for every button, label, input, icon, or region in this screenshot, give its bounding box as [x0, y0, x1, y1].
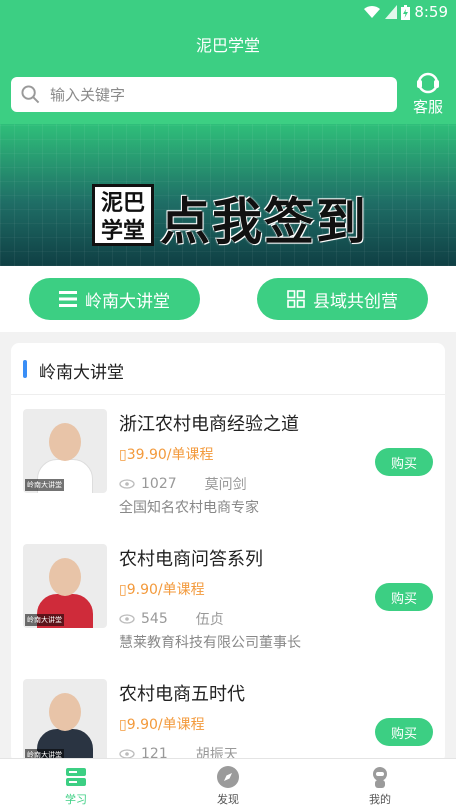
thumb-figure-face [49, 693, 81, 731]
study-icon [66, 768, 86, 786]
course-title: 浙江农村电商经验之道 [119, 414, 299, 435]
buy-button[interactable]: 购买 [375, 718, 433, 746]
thumb-figure-face [49, 423, 81, 461]
course-section: 岭南大讲堂 岭南大讲堂 浙江农村电商经验之道 ▯39.90/单课程 1027 莫… [11, 343, 445, 763]
tab-label: 学习 [65, 793, 87, 806]
price-symbol: ▯ [119, 447, 127, 463]
section-title: 岭南大讲堂 [39, 363, 124, 383]
course-thumbnail: 岭南大讲堂 [23, 409, 107, 493]
thumb-tag: 岭南大讲堂 [25, 614, 64, 626]
teacher-name: 伍贞 [195, 612, 224, 628]
quick-nav-label: 县域共创营 [313, 291, 398, 312]
course-item[interactable]: 岭南大讲堂 农村电商五时代 ▯9.90/单课程 121 胡振天 购买 [11, 666, 445, 763]
status-icons: 8:59 [363, 3, 448, 21]
list-icon [59, 291, 77, 307]
price-value: 39.90/单课程 [126, 447, 214, 463]
customer-service-button[interactable]: 客服 [405, 72, 451, 118]
banner-text: 点我签到 [160, 193, 368, 251]
tab-label: 发现 [217, 793, 239, 806]
eye-icon [119, 614, 135, 624]
search-icon [21, 85, 40, 104]
course-price: ▯39.90/单课程 [119, 444, 214, 464]
thumb-tag: 岭南大讲堂 [25, 479, 64, 491]
quick-nav: 岭南大讲堂 县域共创营 [0, 266, 456, 332]
search-input[interactable] [50, 85, 370, 104]
customer-service-label: 客服 [412, 98, 443, 116]
tab-label: 我的 [369, 793, 391, 806]
course-price: ▯9.90/单课程 [119, 714, 205, 734]
price-symbol: ▯ [119, 717, 127, 733]
app-header: 8:59 泥巴学堂 客服 [0, 0, 456, 124]
quick-nav-label: 岭南大讲堂 [85, 291, 170, 312]
wifi-icon [364, 5, 381, 18]
grid-icon [287, 290, 305, 308]
course-description: 慧莱教育科技有限公司董事长 [119, 635, 301, 651]
tab-me[interactable]: 我的 [304, 759, 456, 811]
headset-icon [417, 72, 439, 94]
search-bar[interactable] [11, 77, 397, 112]
course-title: 农村电商五时代 [119, 684, 245, 705]
page-title: 泥巴学堂 [195, 36, 260, 55]
battery-icon [401, 4, 411, 20]
course-item[interactable]: 岭南大讲堂 农村电商问答系列 ▯9.90/单课程 545 伍贞 慧莱教育科技有限… [11, 531, 445, 661]
thumb-figure-face [49, 558, 81, 596]
price-value: 9.90/单课程 [126, 582, 205, 598]
course-title: 农村电商问答系列 [119, 549, 263, 570]
tab-study[interactable]: 学习 [0, 759, 152, 811]
tab-discover[interactable]: 发现 [152, 759, 304, 811]
status-time: 8:59 [414, 3, 448, 21]
checkin-banner[interactable]: 泥巴学堂 点我签到 [0, 124, 456, 266]
buy-button[interactable]: 购买 [375, 448, 433, 476]
course-item[interactable]: 岭南大讲堂 浙江农村电商经验之道 ▯39.90/单课程 1027 莫问剑 全国知… [11, 396, 445, 526]
signal-icon [385, 5, 398, 19]
course-thumbnail: 岭南大讲堂 [23, 544, 107, 628]
buy-button[interactable]: 购买 [375, 583, 433, 611]
quick-nav-county[interactable]: 县域共创营 [257, 278, 428, 320]
quick-nav-lingnan[interactable]: 岭南大讲堂 [29, 278, 200, 320]
status-bar: 8:59 [0, 0, 456, 26]
eye-icon [119, 479, 135, 489]
teacher-name: 莫问剑 [204, 477, 247, 493]
bottom-tab-bar: 学习 发现 我的 [0, 758, 456, 811]
compass-icon [217, 766, 239, 788]
view-count: 1027 [141, 476, 177, 492]
course-thumbnail: 岭南大讲堂 [23, 679, 107, 763]
banner-logo: 泥巴学堂 [92, 184, 154, 246]
section-header: 岭南大讲堂 [11, 343, 445, 395]
price-symbol: ▯ [119, 582, 127, 598]
price-value: 9.90/单课程 [126, 717, 205, 733]
course-meta: 545 伍贞 [119, 609, 224, 629]
course-description: 全国知名农村电商专家 [119, 500, 259, 516]
user-icon [373, 767, 387, 788]
course-meta: 1027 莫问剑 [119, 474, 247, 494]
section-accent [23, 360, 27, 378]
course-price: ▯9.90/单课程 [119, 579, 205, 599]
view-count: 545 [141, 611, 168, 627]
